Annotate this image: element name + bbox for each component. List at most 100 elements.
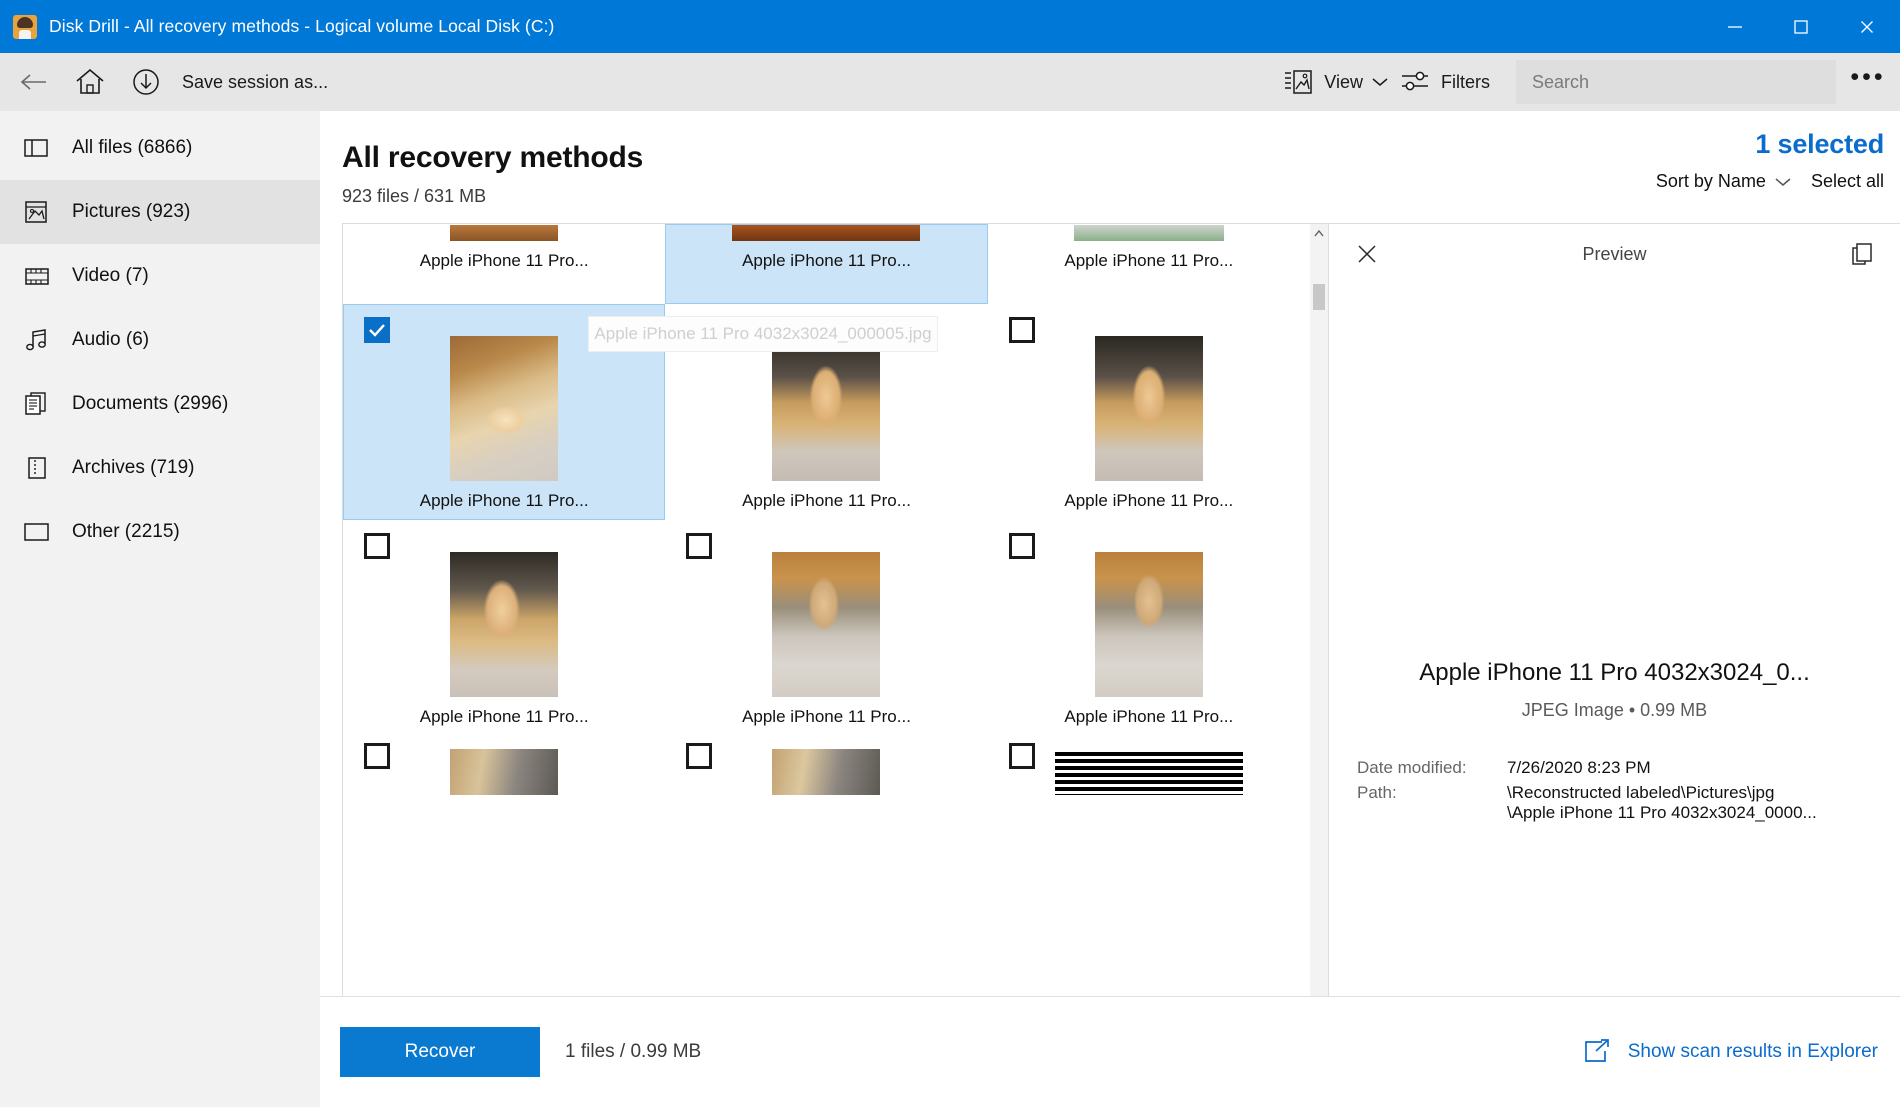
file-checkbox[interactable]: [364, 533, 390, 559]
back-button[interactable]: [6, 53, 62, 111]
maximize-button[interactable]: [1768, 0, 1834, 53]
picture-icon: [22, 197, 52, 227]
file-checkbox[interactable]: [686, 743, 712, 769]
file-checkbox[interactable]: [686, 317, 712, 343]
view-button[interactable]: View: [1277, 53, 1394, 111]
field-value: \Reconstructed labeled\Pictures\jpg \App…: [1507, 783, 1817, 823]
file-label: Apple iPhone 11 Pro...: [420, 251, 589, 271]
scrollbar-thumb[interactable]: [1313, 284, 1325, 310]
scrollbar-track[interactable]: [1310, 242, 1328, 1089]
save-session-label[interactable]: Save session as...: [182, 72, 328, 93]
sidebar-item-documents[interactable]: Documents (2996): [0, 372, 320, 436]
show-in-explorer-link[interactable]: Show scan results in Explorer: [1582, 1039, 1878, 1065]
thumbnail: [450, 749, 558, 795]
field-value: 7/26/2020 8:23 PM: [1507, 758, 1651, 778]
preview-title: Preview: [1329, 244, 1900, 265]
close-button[interactable]: [1834, 0, 1900, 53]
select-all-button[interactable]: Select all: [1811, 171, 1884, 192]
music-note-icon: [22, 325, 52, 355]
file-checkbox[interactable]: [364, 317, 390, 343]
sidebar-label: Audio (6): [72, 329, 149, 351]
sidebar-label: Video (7): [72, 265, 149, 287]
file-checkbox[interactable]: [686, 533, 712, 559]
thumbnail: [772, 749, 880, 795]
sort-by-button[interactable]: Sort by Name: [1656, 171, 1791, 192]
sidebar-item-archives[interactable]: Archives (719): [0, 436, 320, 500]
sidebar-label: Pictures (923): [72, 201, 190, 223]
recover-button[interactable]: Recover: [340, 1027, 540, 1077]
toolbar: Save session as... View: [0, 53, 1900, 111]
window-controls: [1702, 0, 1900, 53]
file-cell[interactable]: Apple iPhone 11 Pro...: [343, 520, 665, 736]
sidebar-item-pictures[interactable]: Pictures (923): [0, 180, 320, 244]
header-right: 1 selected Sort by Name Select all: [1656, 129, 1884, 192]
preview-header: Preview: [1329, 224, 1900, 284]
home-button[interactable]: [62, 53, 118, 111]
file-checkbox[interactable]: [364, 743, 390, 769]
file-cell[interactable]: Apple iPhone 11 Pro...: [343, 304, 665, 520]
field-key: Path:: [1357, 783, 1507, 823]
file-cell[interactable]: [988, 736, 1310, 796]
back-arrow-icon: [19, 71, 49, 93]
field-value-line1: \Reconstructed labeled\Pictures\jpg: [1507, 783, 1774, 802]
thumbnail: [1095, 336, 1203, 481]
thumbnail: [772, 552, 880, 697]
disk-drill-logo-icon: [13, 15, 37, 39]
thumbnail: [1074, 225, 1224, 241]
file-cell[interactable]: Apple iPhone 11 Pro...: [988, 304, 1310, 520]
view-label: View: [1324, 72, 1363, 93]
copy-icon: [1850, 242, 1874, 266]
sidebar-item-video[interactable]: Video (7): [0, 244, 320, 308]
save-session-button[interactable]: [118, 53, 174, 111]
thumbnail: [1055, 749, 1243, 795]
grid-scrollbar[interactable]: [1310, 224, 1328, 1107]
preview-file-name: Apple iPhone 11 Pro 4032x3024_0...: [1329, 659, 1900, 687]
app-body: All files (6866) Pictures (923): [0, 111, 1900, 1107]
file-checkbox[interactable]: [1009, 743, 1035, 769]
search-input[interactable]: Search: [1516, 60, 1836, 104]
scroll-up-arrow-icon[interactable]: [1310, 224, 1328, 242]
thumbnail: [772, 336, 880, 481]
chevron-down-icon: [1775, 177, 1791, 187]
file-grid-scroll: Apple iPhone 11 Pro... Apple iPhone 11 P…: [343, 224, 1310, 1107]
sidebar-label: All files (6866): [72, 137, 192, 159]
file-cell[interactable]: [665, 736, 987, 796]
window-title: Disk Drill - All recovery methods - Logi…: [49, 16, 555, 37]
thumbnail: [1095, 552, 1203, 697]
field-key: Date modified:: [1357, 758, 1507, 778]
title-bar: Disk Drill - All recovery methods - Logi…: [0, 0, 1900, 53]
file-cell[interactable]: Apple iPhone 11 Pro...: [665, 520, 987, 736]
file-cell[interactable]: Apple iPhone 11 Pro...: [988, 520, 1310, 736]
thumbnail: [732, 225, 920, 241]
minimize-button[interactable]: [1702, 0, 1768, 53]
file-checkbox[interactable]: [1009, 317, 1035, 343]
file-label: Apple iPhone 11 Pro...: [742, 251, 911, 271]
header-actions: Sort by Name Select all: [1656, 171, 1884, 192]
preview-copy-button[interactable]: [1846, 238, 1878, 270]
file-checkbox[interactable]: [1009, 533, 1035, 559]
folder-icon: [22, 517, 52, 547]
more-options-button[interactable]: •••: [1836, 53, 1900, 111]
file-cell[interactable]: Apple iPhone 11 Pro...: [988, 224, 1310, 304]
thumbnail: [450, 225, 558, 241]
file-cell[interactable]: Apple iPhone 11 Pro...: [665, 304, 987, 520]
selected-count: 1 selected: [1656, 129, 1884, 160]
sidebar-item-all-files[interactable]: All files (6866): [0, 116, 320, 180]
archive-icon: [22, 453, 52, 483]
preview-field-path: Path: \Reconstructed labeled\Pictures\jp…: [1357, 783, 1900, 823]
file-label: Apple iPhone 11 Pro...: [742, 707, 911, 727]
recover-info-label: 1 files / 0.99 MB: [565, 1041, 701, 1063]
file-cell[interactable]: Apple iPhone 11 Pro...: [665, 224, 987, 304]
sidebar-item-other[interactable]: Other (2215): [0, 500, 320, 564]
close-icon: [1356, 243, 1378, 265]
sidebar-item-audio[interactable]: Audio (6): [0, 308, 320, 372]
sliders-icon: [1400, 69, 1430, 95]
file-cell[interactable]: [343, 736, 665, 796]
file-label: Apple iPhone 11 Pro...: [1064, 251, 1233, 271]
show-in-explorer-label: Show scan results in Explorer: [1628, 1041, 1878, 1063]
preview-close-button[interactable]: [1351, 238, 1383, 270]
file-label: Apple iPhone 11 Pro...: [742, 491, 911, 511]
file-cell[interactable]: Apple iPhone 11 Pro...: [343, 224, 665, 304]
sort-by-label: Sort by Name: [1656, 171, 1766, 192]
filters-button[interactable]: Filters: [1394, 53, 1496, 111]
